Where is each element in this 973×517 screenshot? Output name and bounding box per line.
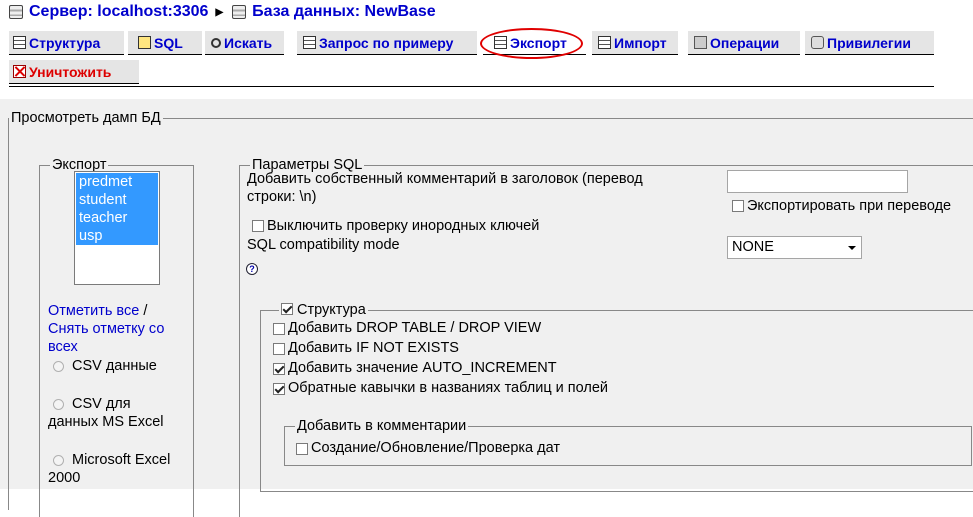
structure-icon: [13, 36, 26, 49]
database-link[interactable]: База данных: NewBase: [252, 3, 436, 21]
tab-label: Искать: [224, 34, 273, 51]
comment-input[interactable]: [727, 170, 908, 193]
search-icon: [211, 37, 221, 48]
tab-structure[interactable]: Структура: [9, 31, 124, 55]
csv-excel-label: CSV для: [72, 396, 131, 412]
table-option[interactable]: usp: [76, 227, 158, 245]
tab-label: Импорт: [614, 34, 667, 51]
tab-label: Экспорт: [510, 34, 567, 51]
dump-legend: Просмотреть дамп БД: [11, 110, 161, 126]
tab-label: Привилегии: [827, 34, 911, 51]
help-icon[interactable]: ?: [246, 263, 258, 275]
breadcrumb-arrow-icon: ▶: [215, 6, 224, 18]
table-option[interactable]: predmet: [76, 173, 158, 191]
auto-increment-checkbox[interactable]: [273, 363, 285, 375]
tab-label: Запрос по примеру: [319, 34, 454, 51]
database-icon: [232, 5, 247, 19]
privileges-icon: [811, 36, 824, 49]
compat-label: SQL compatibility mode: [247, 237, 400, 253]
compat-select-value: NONE: [732, 239, 774, 255]
link-separator: /: [143, 303, 148, 319]
unselect-all-link[interactable]: Снять отметку со: [48, 320, 164, 338]
if-not-exists-checkbox[interactable]: [273, 343, 285, 355]
compat-select[interactable]: NONE: [727, 236, 862, 259]
table-option[interactable]: teacher: [76, 209, 158, 227]
csv-label: CSV данные: [72, 358, 157, 374]
server-icon: [9, 5, 23, 19]
select-all-link[interactable]: Отметить все: [48, 303, 139, 319]
tab-label: Структура: [29, 34, 101, 51]
export-on-translate-checkbox[interactable]: [732, 200, 744, 212]
breadcrumb: Сервер: localhost:3306 ▶ База данных: Ne…: [9, 2, 436, 22]
chevron-down-icon: [848, 246, 856, 250]
tables-listbox[interactable]: predmet student teacher usp: [74, 171, 160, 285]
tab-label: Операции: [710, 34, 780, 51]
drop-icon: [13, 65, 26, 78]
query-icon: [303, 36, 316, 49]
tab-sql[interactable]: SQL: [128, 31, 202, 55]
dates-label: Создание/Обновление/Проверка дат: [311, 440, 560, 456]
csv-excel-radio[interactable]: [53, 399, 64, 410]
tab-query[interactable]: Запрос по примеру: [297, 31, 477, 55]
dates-checkbox[interactable]: [296, 443, 308, 455]
comment-label: Добавить собственный комментарий в загол…: [247, 171, 643, 187]
excel-label: Microsoft Excel: [72, 452, 171, 468]
structure-label: Структура: [297, 302, 366, 318]
excel-label-cont: 2000: [48, 470, 81, 486]
drop-table-checkbox[interactable]: [273, 323, 285, 335]
csv-radio[interactable]: [53, 361, 64, 372]
tab-label: SQL: [154, 34, 183, 51]
import-icon: [598, 36, 611, 49]
tab-import[interactable]: Импорт: [592, 31, 678, 55]
tab-divider: [9, 86, 934, 87]
tab-label: Уничтожить: [29, 63, 112, 80]
auto-increment-label: Добавить значение AUTO_INCREMENT: [288, 360, 557, 376]
tab-operations[interactable]: Операции: [688, 31, 800, 55]
table-option[interactable]: student: [76, 191, 158, 209]
comments-legend: Добавить в комментарии: [297, 418, 467, 434]
excel-radio[interactable]: [53, 455, 64, 466]
export-icon: [494, 36, 507, 49]
backquotes-checkbox[interactable]: [273, 383, 285, 395]
disable-fk-checkbox[interactable]: [252, 220, 264, 232]
server-link[interactable]: Сервер: localhost:3306: [29, 3, 208, 21]
operations-icon: [694, 36, 707, 49]
structure-checkbox[interactable]: [281, 303, 293, 315]
export-on-translate-label: Экспортировать при переводе: [747, 198, 952, 214]
tab-search[interactable]: Искать: [205, 31, 284, 55]
backquotes-label: Обратные кавычки в названиях таблиц и по…: [288, 380, 609, 396]
tab-privileges[interactable]: Привилегии: [805, 31, 934, 55]
csv-excel-label-cont: данных MS Excel: [48, 414, 164, 430]
comment-label-cont: строки: \n): [247, 189, 317, 205]
if-not-exists-label: Добавить IF NOT EXISTS: [288, 340, 459, 356]
drop-table-label: Добавить DROP TABLE / DROP VIEW: [288, 320, 542, 336]
sql-icon: [138, 36, 151, 49]
disable-fk-label: Выключить проверку инородных ключей: [267, 218, 540, 234]
structure-legend: Структура: [279, 302, 368, 318]
unselect-all-link-cont[interactable]: всех: [48, 338, 78, 356]
tab-export[interactable]: Экспорт: [483, 31, 586, 55]
tab-drop[interactable]: Уничтожить: [9, 60, 139, 84]
